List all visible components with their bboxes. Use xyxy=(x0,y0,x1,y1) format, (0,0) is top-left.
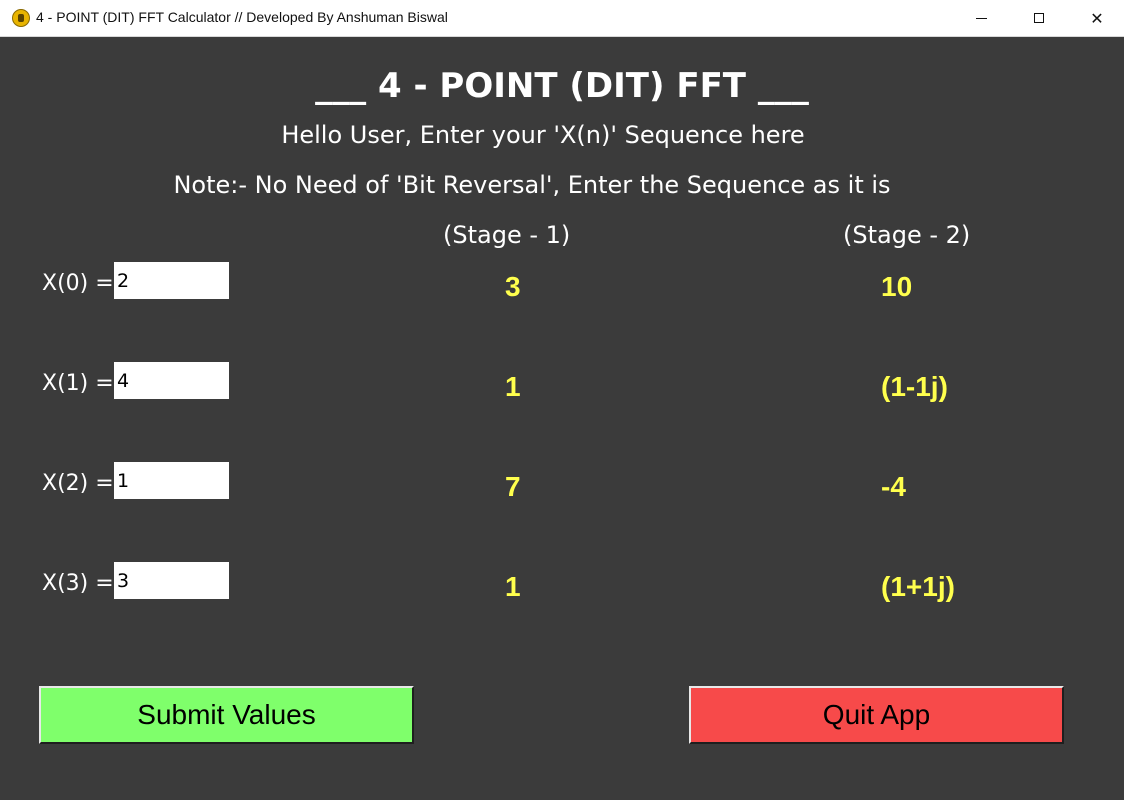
maximize-button[interactable] xyxy=(1010,0,1068,36)
minimize-button[interactable] xyxy=(952,0,1010,36)
minimize-icon xyxy=(975,17,987,19)
stage2-result-1: (1-1j) xyxy=(881,371,948,402)
x1-input[interactable] xyxy=(114,362,229,399)
stage-1-heading: (Stage - 1) xyxy=(443,221,571,249)
close-icon: ✕ xyxy=(1090,8,1104,28)
x2-label: X(2) = xyxy=(42,471,114,496)
close-button[interactable]: ✕ xyxy=(1068,0,1124,36)
x3-input[interactable] xyxy=(114,562,229,599)
stage2-result-3: (1+1j) xyxy=(881,571,955,602)
title-bar: 4 - POINT (DIT) FFT Calculator // Develo… xyxy=(0,0,1124,37)
x1-label: X(1) = xyxy=(42,371,114,396)
quit-app-button[interactable]: Quit App xyxy=(689,686,1064,744)
stage2-result-0: 10 xyxy=(881,271,913,302)
submit-values-button[interactable]: Submit Values xyxy=(39,686,414,744)
x2-input[interactable] xyxy=(114,462,229,499)
stage1-result-0: 3 xyxy=(505,271,521,302)
stage1-result-1: 1 xyxy=(505,371,521,402)
x3-label: X(3) = xyxy=(42,571,114,596)
window-title: 4 - POINT (DIT) FFT Calculator // Develo… xyxy=(36,9,448,25)
note-text: Note:- No Need of 'Bit Reversal', Enter … xyxy=(173,171,891,199)
page-title: ___ 4 - POINT (DIT) FFT ___ xyxy=(315,66,809,106)
stage-2-heading: (Stage - 2) xyxy=(843,221,971,249)
stage2-result-2: -4 xyxy=(881,471,906,502)
instruction-text: Hello User, Enter your 'X(n)' Sequence h… xyxy=(281,121,805,149)
x0-label: X(0) = xyxy=(42,271,114,296)
stage1-result-3: 1 xyxy=(505,571,521,602)
x0-input[interactable] xyxy=(114,262,229,299)
maximize-icon xyxy=(1034,13,1044,23)
app-icon xyxy=(12,9,30,27)
stage1-result-2: 7 xyxy=(505,471,521,502)
